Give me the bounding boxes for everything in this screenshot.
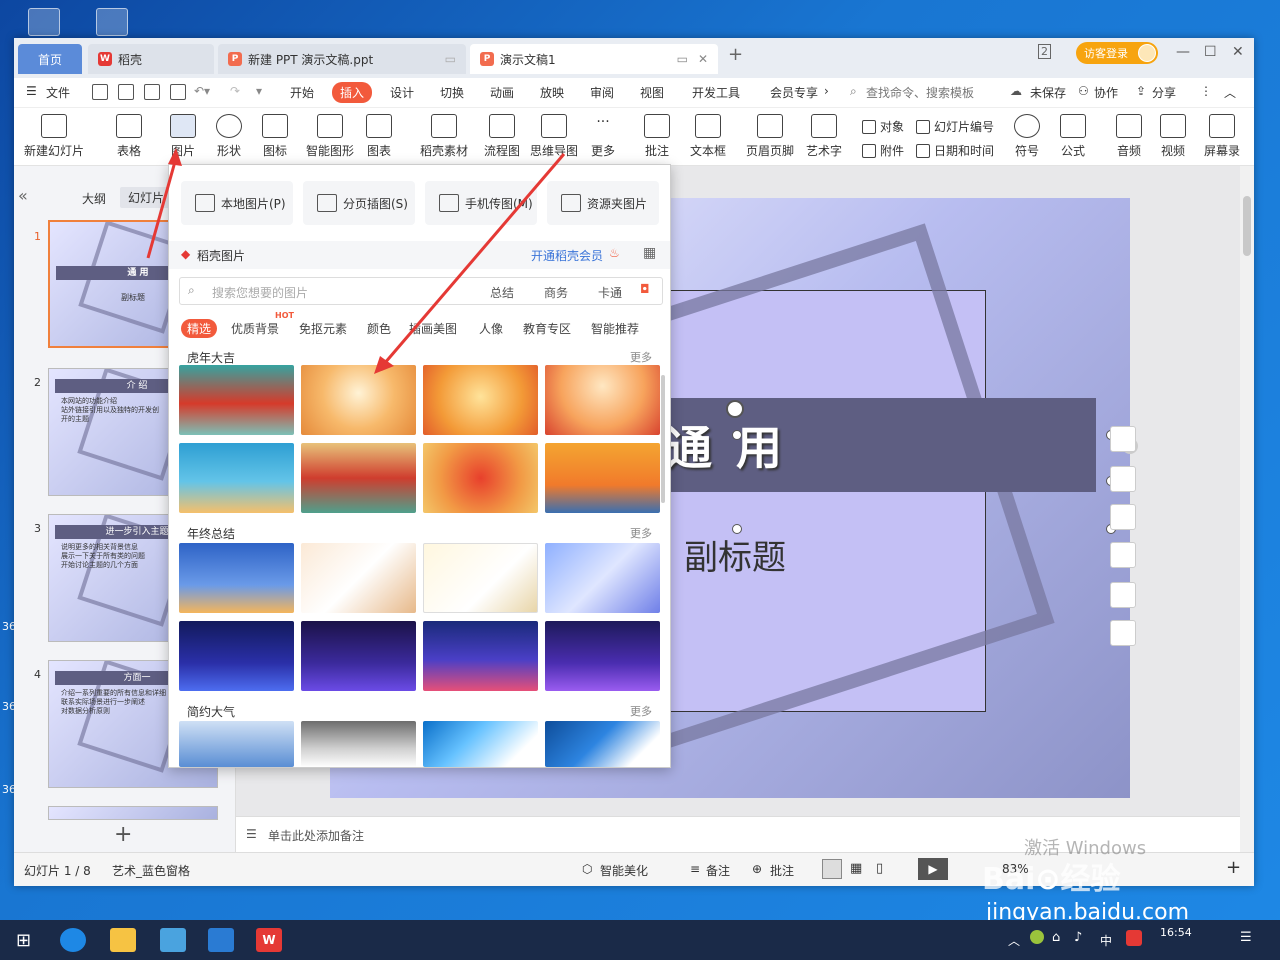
system-tray-expand-icon[interactable]: ︿ (1008, 932, 1020, 949)
mail-icon[interactable] (208, 928, 234, 952)
network-desktop-icon[interactable] (96, 8, 128, 36)
volume-icon[interactable]: ♪ (1074, 930, 1082, 945)
taskbar: ⊞ W ︿ ⌂ ♪ 中 16:54 ☰ (0, 920, 1280, 960)
annotation-overlay (146, 148, 566, 374)
computer-desktop-icon[interactable] (28, 8, 60, 36)
network-icon[interactable]: ⌂ (1052, 930, 1060, 945)
tray-app-icon[interactable] (1030, 930, 1044, 944)
annotation-arrowhead (168, 148, 182, 166)
store-icon[interactable] (160, 928, 186, 952)
annotation-arrow (382, 153, 566, 365)
sogou-input-icon[interactable] (1126, 930, 1142, 946)
windows-start-icon[interactable]: ⊞ (16, 930, 31, 951)
wps-window: 首页 W 稻壳 P 新建 PPT 演示文稿.ppt ▭ P 演示文稿1 ▭ ✕ + 2 访客… (14, 38, 1254, 886)
baidu-jingyan-logo: Bai⊙经验 (982, 862, 1121, 897)
clock-time[interactable]: 16:54 (1160, 926, 1192, 939)
annotation-arrow (146, 157, 178, 259)
file-explorer-icon[interactable] (110, 928, 136, 952)
ime-indicator[interactable]: 中 (1100, 932, 1112, 949)
edge-browser-icon[interactable] (60, 928, 86, 952)
wps-app-icon[interactable]: W (256, 928, 282, 952)
notification-icon[interactable]: ☰ (1240, 930, 1252, 945)
annotation-arrowhead (374, 356, 394, 374)
